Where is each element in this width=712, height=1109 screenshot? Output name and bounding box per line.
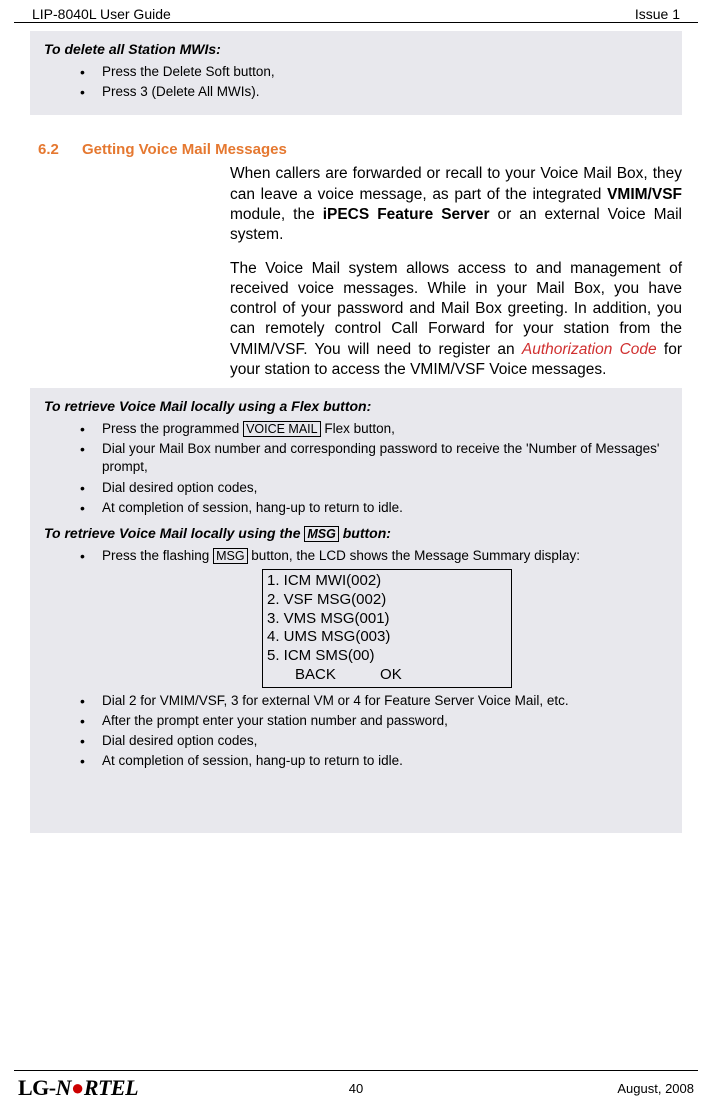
soft-button-back: BACK	[295, 666, 336, 683]
list-item: At completion of session, hang-up to ret…	[80, 499, 668, 517]
text: Press the flashing	[102, 548, 213, 563]
list-item: At completion of session, hang-up to ret…	[80, 752, 668, 770]
keycap-msg: MSG	[213, 548, 247, 564]
text: button:	[339, 525, 391, 541]
logo-rtel: RTEL	[84, 1075, 138, 1100]
text: Flex button,	[321, 421, 395, 436]
text: module, the	[230, 206, 323, 223]
list-item: After the prompt enter your station numb…	[80, 712, 668, 730]
logo-lg: LG	[18, 1075, 49, 1100]
soft-button-ok: OK	[380, 666, 402, 683]
list-item: Press 3 (Delete All MWIs).	[80, 83, 668, 101]
list-item: Dial your Mail Box number and correspond…	[80, 440, 668, 476]
section-heading: 6.2Getting Voice Mail Messages	[38, 141, 682, 158]
footer-date: August, 2008	[617, 1081, 694, 1096]
text: button, the LCD shows the Message Summar…	[248, 548, 580, 563]
lcd-line: 3. VMS MSG(001)	[267, 610, 507, 629]
lcd-line: 4. UMS MSG(003)	[267, 628, 507, 647]
page-number: 40	[349, 1081, 363, 1096]
box-heading: To retrieve Voice Mail locally using the…	[44, 525, 668, 541]
list-item: Press the programmed VOICE MAIL Flex but…	[80, 420, 668, 438]
text-bold: VMIM/VSF	[607, 186, 682, 203]
text: To retrieve Voice Mail locally using the	[44, 525, 304, 541]
lcd-line: 1. ICM MWI(002)	[267, 572, 507, 591]
text: Press the programmed	[102, 421, 243, 436]
box-heading: To retrieve Voice Mail locally using a F…	[44, 398, 668, 414]
text-emphasis: Authorization Code	[522, 341, 657, 358]
lcd-display: 1. ICM MWI(002) 2. VSF MSG(002) 3. VMS M…	[262, 569, 512, 688]
logo-dot-icon: ●	[71, 1075, 84, 1100]
logo: LG-N●RTEL	[18, 1075, 138, 1101]
instruction-box-retrieve-vm: To retrieve Voice Mail locally using a F…	[30, 388, 682, 833]
bullet-list: Press the programmed VOICE MAIL Flex but…	[44, 420, 668, 517]
paragraph: The Voice Mail system allows access to a…	[230, 259, 682, 380]
logo-dash: -	[49, 1075, 56, 1100]
list-item: Dial desired option codes,	[80, 732, 668, 750]
bullet-list: Press the flashing MSG button, the LCD s…	[44, 547, 668, 771]
keycap-voice-mail: VOICE MAIL	[243, 421, 321, 437]
list-item: Dial desired option codes,	[80, 479, 668, 497]
page-header: LIP-8040L User Guide Issue 1	[14, 0, 698, 23]
box-heading: To delete all Station MWIs:	[44, 41, 668, 57]
list-item: Dial 2 for VMIM/VSF, 3 for external VM o…	[80, 692, 668, 710]
doc-title: LIP-8040L User Guide	[32, 6, 171, 22]
bullet-list: Press the Delete Soft button, Press 3 (D…	[44, 63, 668, 101]
keycap-msg: MSG	[304, 526, 338, 542]
section-number: 6.2	[38, 141, 82, 158]
logo-n: N	[56, 1075, 71, 1100]
list-item: Press the flashing MSG button, the LCD s…	[80, 547, 668, 688]
issue-number: Issue 1	[635, 6, 680, 22]
instruction-box-delete-mwis: To delete all Station MWIs: Press the De…	[30, 31, 682, 115]
lcd-line: 2. VSF MSG(002)	[267, 591, 507, 610]
section-title: Getting Voice Mail Messages	[82, 141, 287, 158]
page-footer: LG-N●RTEL 40 August, 2008	[14, 1070, 698, 1109]
lcd-soft-buttons: BACK OK	[267, 666, 507, 685]
list-item: Press the Delete Soft button,	[80, 63, 668, 81]
lcd-line: 5. ICM SMS(00)	[267, 647, 507, 666]
text-bold: iPECS Feature Server	[323, 206, 490, 223]
paragraph: When callers are forwarded or recall to …	[230, 164, 682, 245]
